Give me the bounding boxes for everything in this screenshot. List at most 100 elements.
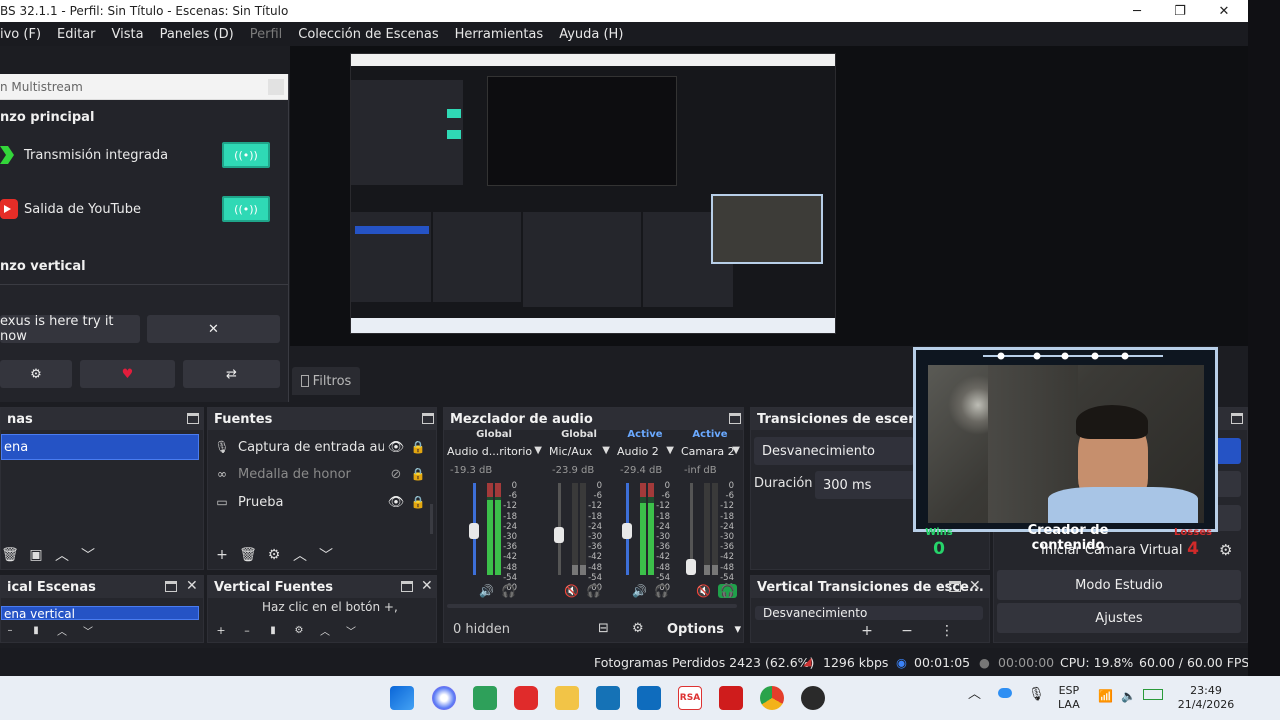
eye-hidden-icon[interactable]: ⊘ xyxy=(384,467,408,482)
mixer-scrollbar[interactable] xyxy=(447,604,737,608)
close-icon[interactable]: ✕ xyxy=(186,578,198,594)
mixer-options-button[interactable]: Options ▾ xyxy=(667,622,741,637)
remove-icon[interactable]: – xyxy=(0,625,23,636)
move-down-icon[interactable]: ﹀ xyxy=(75,623,101,638)
mixer-advanced-icon[interactable]: ⚙ xyxy=(632,621,644,636)
move-down-icon[interactable]: ﹀ xyxy=(338,623,364,638)
filters-icon[interactable]: ▮ xyxy=(260,625,286,636)
remove-scene-icon[interactable]: 🗑 xyxy=(0,547,23,563)
menu-view[interactable]: Vista xyxy=(112,27,144,42)
eye-icon[interactable]: 👁 xyxy=(384,495,408,510)
close-icon[interactable]: ✕ xyxy=(969,578,981,594)
minimize-button[interactable]: ─ xyxy=(1114,0,1160,22)
excel-icon[interactable] xyxy=(473,686,497,710)
channel-name[interactable]: Audio 2 xyxy=(617,445,659,458)
channel-name[interactable]: Mic/Aux xyxy=(549,445,592,458)
close-button[interactable]: ✕ xyxy=(1201,0,1247,22)
promo-button[interactable]: exus is here try it now xyxy=(0,314,140,344)
file-explorer-icon[interactable] xyxy=(555,686,579,710)
speaker-icon[interactable]: 🔊 xyxy=(632,584,647,598)
menu-file[interactable]: ivo (F) xyxy=(0,27,41,42)
chrome-icon[interactable] xyxy=(760,686,784,710)
studio-mode-button[interactable]: Modo Estudio xyxy=(997,570,1241,600)
youtube-app-icon[interactable] xyxy=(514,686,538,710)
chevron-down-icon[interactable]: ▼ xyxy=(732,445,740,456)
battery-icon[interactable] xyxy=(1143,689,1163,700)
maximize-button[interactable]: ❐ xyxy=(1157,0,1203,22)
chevron-down-icon[interactable]: ▼ xyxy=(666,445,674,456)
transition-select[interactable]: Desvanecimiento xyxy=(754,437,914,465)
duration-input[interactable]: 300 ms xyxy=(815,471,915,499)
more-icon[interactable]: ⋮ xyxy=(927,623,967,639)
add-icon[interactable]: + xyxy=(847,623,887,639)
channel-name[interactable]: Camara 2 xyxy=(681,445,735,458)
language-indicator[interactable]: ESP LAA xyxy=(1058,684,1080,712)
chevron-down-icon[interactable]: ▼ xyxy=(602,445,610,456)
tray-chevron-icon[interactable]: ︿ xyxy=(968,688,981,702)
add-icon[interactable]: + xyxy=(208,624,234,637)
settings-button[interactable]: ⚙ xyxy=(0,360,72,388)
filters-icon[interactable]: ▮ xyxy=(23,625,49,636)
menu-scene-collection[interactable]: Colección de Escenas xyxy=(298,27,438,42)
muted-speaker-icon[interactable]: 🔇 xyxy=(564,584,579,598)
vertical-transition-select[interactable]: Desvanecimiento xyxy=(755,606,983,620)
fader-knob[interactable] xyxy=(554,527,564,543)
move-up-icon[interactable]: ︿ xyxy=(49,545,75,565)
monitor-headphone-icon[interactable]: 🎧 xyxy=(586,584,601,598)
move-up-icon[interactable]: ︿ xyxy=(49,623,75,638)
dock-float-icon[interactable] xyxy=(949,581,961,592)
source-item[interactable]: ▭ Prueba 👁 🔒 xyxy=(214,489,428,515)
clock[interactable]: 23:49 21/4/2026 xyxy=(1176,684,1236,712)
obs-icon[interactable] xyxy=(801,686,825,710)
promo-dismiss-button[interactable]: ✕ xyxy=(147,315,280,343)
remove-icon[interactable]: − xyxy=(887,623,927,639)
share-button[interactable]: ⇄ xyxy=(183,360,280,388)
remove-icon[interactable]: – xyxy=(234,624,260,637)
fader-knob[interactable] xyxy=(686,559,696,575)
source-settings-icon[interactable]: ⚙ xyxy=(261,547,287,563)
gear-icon[interactable]: ⚙ xyxy=(1219,541,1232,559)
scene-item-selected[interactable]: ena xyxy=(1,434,199,460)
menu-docks[interactable]: Paneles (D) xyxy=(160,27,234,42)
monitor-headphone-icon[interactable]: 🎧 xyxy=(501,584,516,598)
channel-name[interactable]: Audio d...ritorio xyxy=(447,445,532,458)
heart-button[interactable]: ♥ xyxy=(80,360,175,388)
monitor-headphone-icon[interactable]: 🎧 xyxy=(654,584,669,598)
fader-knob[interactable] xyxy=(622,523,632,539)
source-item[interactable]: 🎙 Captura de entrada aud 👁 🔒 xyxy=(214,434,428,460)
close-icon[interactable]: ✕ xyxy=(421,578,433,594)
dock-float-icon[interactable] xyxy=(165,581,177,592)
microphone-icon[interactable]: 🎙 xyxy=(1028,688,1045,702)
mixer-layout-icon[interactable]: ⊟ xyxy=(598,621,609,636)
eye-icon[interactable]: 👁 xyxy=(384,440,408,455)
settings-button[interactable]: Ajustes xyxy=(997,603,1241,633)
output-toggle-youtube[interactable]: ((•)) xyxy=(222,196,270,222)
lock-icon[interactable]: 🔒 xyxy=(408,440,428,454)
move-up-icon[interactable]: ︿ xyxy=(287,545,313,565)
acrobat-icon[interactable] xyxy=(719,686,743,710)
menu-edit[interactable]: Editar xyxy=(57,27,96,42)
dock-float-icon[interactable] xyxy=(187,413,199,424)
lock-icon[interactable]: 🔒 xyxy=(408,467,428,481)
dock-close-icon[interactable] xyxy=(268,79,284,95)
dock-float-icon[interactable] xyxy=(729,413,741,424)
onedrive-icon[interactable] xyxy=(998,688,1012,698)
rsa-icon[interactable]: RSA xyxy=(678,686,702,710)
lock-icon[interactable]: 🔒 xyxy=(408,495,428,509)
dock-float-icon[interactable] xyxy=(422,413,434,424)
dock-float-icon[interactable] xyxy=(1231,413,1243,424)
move-down-icon[interactable]: ﹀ xyxy=(313,545,339,565)
scene-filters-icon[interactable]: ▣ xyxy=(23,547,49,563)
volume-icon[interactable]: 🔈 xyxy=(1121,689,1136,703)
windows-start-icon[interactable] xyxy=(390,686,414,710)
menu-help[interactable]: Ayuda (H) xyxy=(559,27,623,42)
wifi-icon[interactable]: 📶 xyxy=(1098,689,1113,703)
dock-float-icon[interactable] xyxy=(401,581,413,592)
chevron-down-icon[interactable]: ▼ xyxy=(534,445,542,456)
settings-icon[interactable]: ⚙ xyxy=(286,625,312,636)
sources-scrollbar[interactable] xyxy=(430,504,433,534)
program-preview[interactable] xyxy=(350,53,836,334)
move-down-icon[interactable]: ﹀ xyxy=(75,545,101,565)
filters-tab[interactable]: Filtros xyxy=(292,367,360,395)
fader-knob[interactable] xyxy=(469,523,479,539)
